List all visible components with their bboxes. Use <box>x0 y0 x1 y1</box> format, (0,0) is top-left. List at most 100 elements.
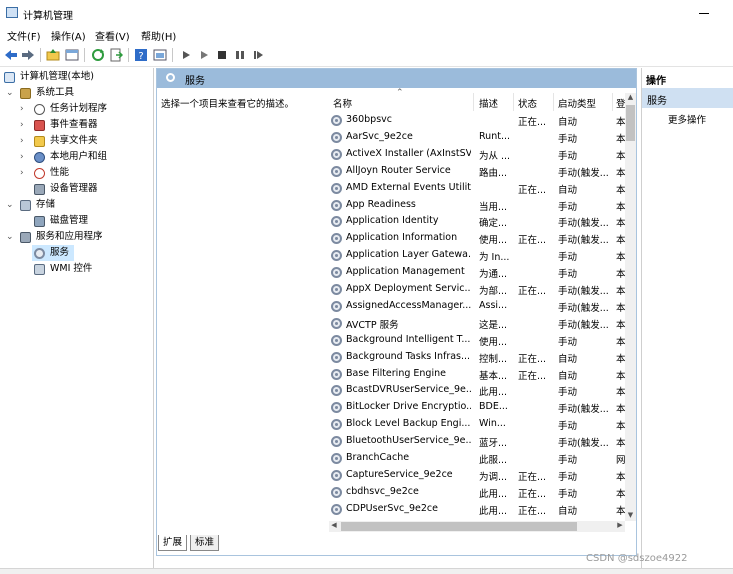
tab-extended[interactable]: 扩展 <box>158 535 188 551</box>
expand-chevron-icon[interactable]: › <box>20 165 30 181</box>
horizontal-scrollbar[interactable]: ◀ ▶ <box>329 521 625 532</box>
column-header-desc[interactable]: 描述 <box>479 96 498 110</box>
service-description: 基本... <box>479 370 508 382</box>
minimize-button[interactable] <box>694 6 714 20</box>
tree-item-device-manager[interactable]: 设备管理器 <box>34 181 152 197</box>
service-row[interactable]: AVCTP 服务 这是... 手动(触发... 本 <box>331 315 625 332</box>
service-row[interactable]: Block Level Backup Engi... Win... 手动 本 <box>331 416 625 433</box>
service-row[interactable]: App Readiness 当用... 手动 本 <box>331 197 625 214</box>
column-header-status[interactable]: 状态 <box>518 96 537 110</box>
pause-icon[interactable] <box>233 48 247 62</box>
service-description: Assi... <box>479 299 508 311</box>
play-icon[interactable] <box>179 48 193 62</box>
vertical-scrollbar[interactable]: ▲ ▼ <box>625 93 636 521</box>
service-row[interactable]: Application Management 为通... 手动 本 <box>331 264 625 281</box>
service-status: 正在... <box>518 353 547 365</box>
tree-item-event-viewer[interactable]: › 事件查看器 <box>20 117 152 133</box>
service-logon-as: 本 <box>616 133 625 145</box>
tree-item-wmi[interactable]: WMI 控件 <box>34 261 152 277</box>
column-divider[interactable] <box>513 93 514 111</box>
service-startup-type: 手动(触发... <box>558 302 609 314</box>
service-row[interactable]: AarSvc_9e2ce Runt... 手动 本 <box>331 129 625 146</box>
service-row[interactable]: AssignedAccessManager... Assi... 手动(触发... 本 <box>331 298 625 315</box>
tree-label: 服务 <box>50 247 70 258</box>
service-row[interactable]: AllJoyn Router Service 路由... 手动(触发... 本 <box>331 163 625 180</box>
menu-action[interactable]: 操作(A) <box>51 28 86 43</box>
service-gear-icon <box>331 182 342 194</box>
export-icon[interactable] <box>109 48 123 62</box>
service-row[interactable]: Application Identity 确定... 手动(触发... 本 <box>331 213 625 230</box>
service-gear-icon <box>331 486 342 498</box>
service-row[interactable]: BcastDVRUserService_9e... 此用... 手动 本 <box>331 382 625 399</box>
tree-label: 服务和应用程序 <box>36 231 103 242</box>
scroll-down-icon[interactable]: ▼ <box>625 511 636 521</box>
column-divider[interactable] <box>473 93 474 111</box>
column-header-name[interactable]: 名称 <box>333 96 352 110</box>
restart-icon[interactable] <box>251 48 265 62</box>
menu-help[interactable]: 帮助(H) <box>141 28 176 43</box>
back-icon[interactable] <box>4 48 18 62</box>
service-logon-as: 本 <box>616 218 625 230</box>
column-divider[interactable] <box>553 93 554 111</box>
tree-item-task-scheduler[interactable]: › 任务计划程序 <box>20 101 152 117</box>
expand-chevron-icon[interactable]: › <box>20 101 30 117</box>
play-alt-icon[interactable] <box>197 48 211 62</box>
tree-item-disk-management[interactable]: 磁盘管理 <box>34 213 152 229</box>
service-logon-as: 本 <box>616 302 625 314</box>
more-actions-link[interactable]: 更多操作 <box>668 112 706 126</box>
up-folder-icon[interactable] <box>46 48 60 62</box>
tree-item-performance[interactable]: › 性能 <box>20 165 152 181</box>
service-startup-type: 手动(触发... <box>558 404 609 416</box>
service-row[interactable]: cbdhsvc_9e2ce 此用... 正在... 手动 本 <box>331 484 625 501</box>
service-row[interactable]: AMD External Events Utility 正在... 自动 本 <box>331 180 625 197</box>
refresh-icon[interactable] <box>91 48 105 62</box>
service-description: BDE... <box>479 401 508 413</box>
service-row[interactable]: Base Filtering Engine 基本... 正在... 自动 本 <box>331 366 625 383</box>
show-tree-icon[interactable] <box>65 48 79 62</box>
service-row[interactable]: BluetoothUserService_9e... 蓝牙... 手动(触发... 本 <box>331 433 625 450</box>
column-divider[interactable] <box>612 93 613 111</box>
scroll-left-icon[interactable]: ◀ <box>329 521 339 532</box>
service-row[interactable]: Application Layer Gatewa... 为 In... 手动 本 <box>331 247 625 264</box>
tree-item-services[interactable]: 服务 <box>32 245 74 261</box>
scroll-right-icon[interactable]: ▶ <box>615 521 625 532</box>
tree-item-local-users[interactable]: › 本地用户和组 <box>20 149 152 165</box>
tab-standard[interactable]: 标准 <box>190 535 220 551</box>
collapse-chevron-icon[interactable]: ⌄ <box>6 85 16 101</box>
service-row[interactable]: Background Tasks Infras... 控制... 正在... 自动 本 <box>331 349 625 366</box>
service-row[interactable]: BranchCache 此服... 手动 网 <box>331 450 625 467</box>
expand-chevron-icon[interactable]: › <box>20 149 30 165</box>
service-row[interactable]: CDPUserSvc_9e2ce 此用... 正在... 自动 本 <box>331 501 625 518</box>
expand-chevron-icon[interactable]: › <box>20 117 30 133</box>
stop-icon[interactable] <box>215 48 229 62</box>
service-row[interactable]: ActiveX Installer (AxInstSV) 为从 ... 手动 本 <box>331 146 625 163</box>
service-gear-icon <box>331 165 342 177</box>
forward-icon[interactable] <box>21 48 35 62</box>
service-row[interactable]: Application Information 使用... 正在... 手动(触发..… <box>331 230 625 247</box>
service-row[interactable]: AppX Deployment Servic... 为部... 正在... 手动(触发… <box>331 281 625 298</box>
tree-item-system-tools[interactable]: ⌄ 系统工具 <box>6 85 152 101</box>
service-row[interactable]: CaptureService_9e2ce 为调... 正在... 手动 本 <box>331 467 625 484</box>
service-row[interactable]: 360bpsvc 正在... 自动 本 <box>331 112 625 129</box>
collapse-chevron-icon[interactable]: ⌄ <box>6 229 16 245</box>
tree-item-services-apps[interactable]: ⌄ 服务和应用程序 <box>6 229 152 245</box>
scrollbar-thumb[interactable] <box>626 105 635 141</box>
service-gear-icon <box>331 402 342 414</box>
tree-item-root[interactable]: 计算机管理(本地) <box>4 69 152 85</box>
expand-chevron-icon[interactable]: › <box>20 133 30 149</box>
scroll-up-icon[interactable]: ▲ <box>625 93 636 103</box>
column-header-startup[interactable]: 启动类型 <box>558 96 596 110</box>
scrollbar-thumb[interactable] <box>341 522 577 531</box>
help-icon[interactable]: ? <box>134 48 148 62</box>
collapse-chevron-icon[interactable]: ⌄ <box>6 197 16 213</box>
service-row[interactable]: Background Intelligent T... 使用... 手动 本 <box>331 332 625 349</box>
service-logon-as: 本 <box>616 235 625 247</box>
menu-file[interactable]: 文件(F) <box>7 28 41 43</box>
service-name: AarSvc_9e2ce <box>346 130 413 142</box>
tree-item-shared-folders[interactable]: › 共享文件夹 <box>20 133 152 149</box>
actions-group-services[interactable]: 服务 <box>642 88 733 108</box>
service-row[interactable]: BitLocker Drive Encryptio... BDE... 手动(触发.… <box>331 399 625 416</box>
properties-icon[interactable] <box>153 48 167 62</box>
tree-item-storage[interactable]: ⌄ 存储 <box>6 197 152 213</box>
menu-view[interactable]: 查看(V) <box>95 28 130 43</box>
